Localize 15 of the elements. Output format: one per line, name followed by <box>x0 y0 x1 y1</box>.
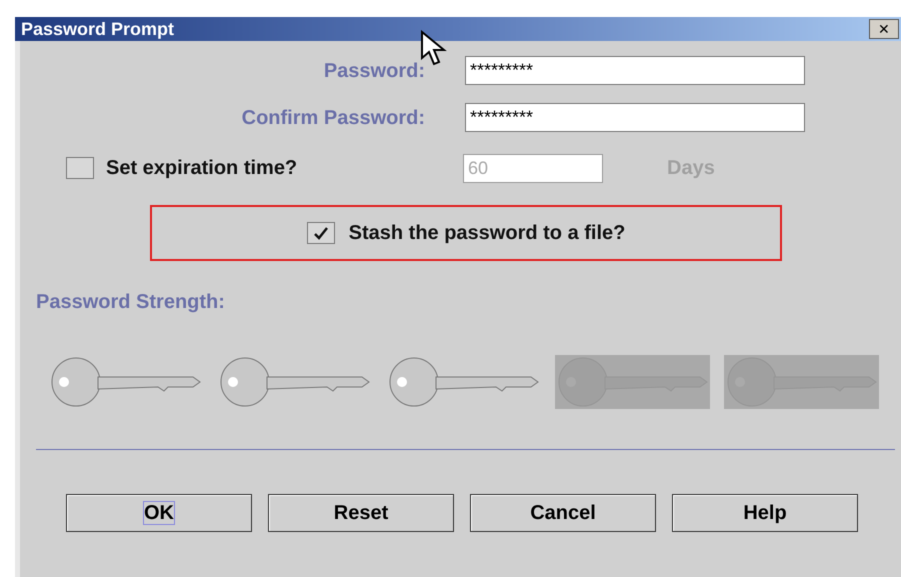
check-icon <box>312 226 329 240</box>
field-label: Password: <box>322 58 425 84</box>
checkbox[interactable] <box>306 222 335 244</box>
checkbox-label: Stash the password to a file? <box>348 221 626 246</box>
strength-label: Password Strength: <box>36 290 226 315</box>
dialog-button[interactable]: Cancel <box>470 494 656 532</box>
field-label: Confirm Password: <box>240 106 425 130</box>
dialog-button[interactable]: Reset <box>268 494 454 532</box>
dialog-button[interactable]: Help <box>672 494 858 532</box>
dialog-button[interactable]: OK <box>66 494 252 532</box>
window-title: Password Prompt <box>20 18 174 41</box>
checkbox-label: Set expiration time? <box>106 156 298 181</box>
password-field[interactable]: ********* <box>465 103 805 132</box>
password-field[interactable]: ********* <box>465 56 805 85</box>
close-button[interactable]: ✕ <box>869 19 899 39</box>
